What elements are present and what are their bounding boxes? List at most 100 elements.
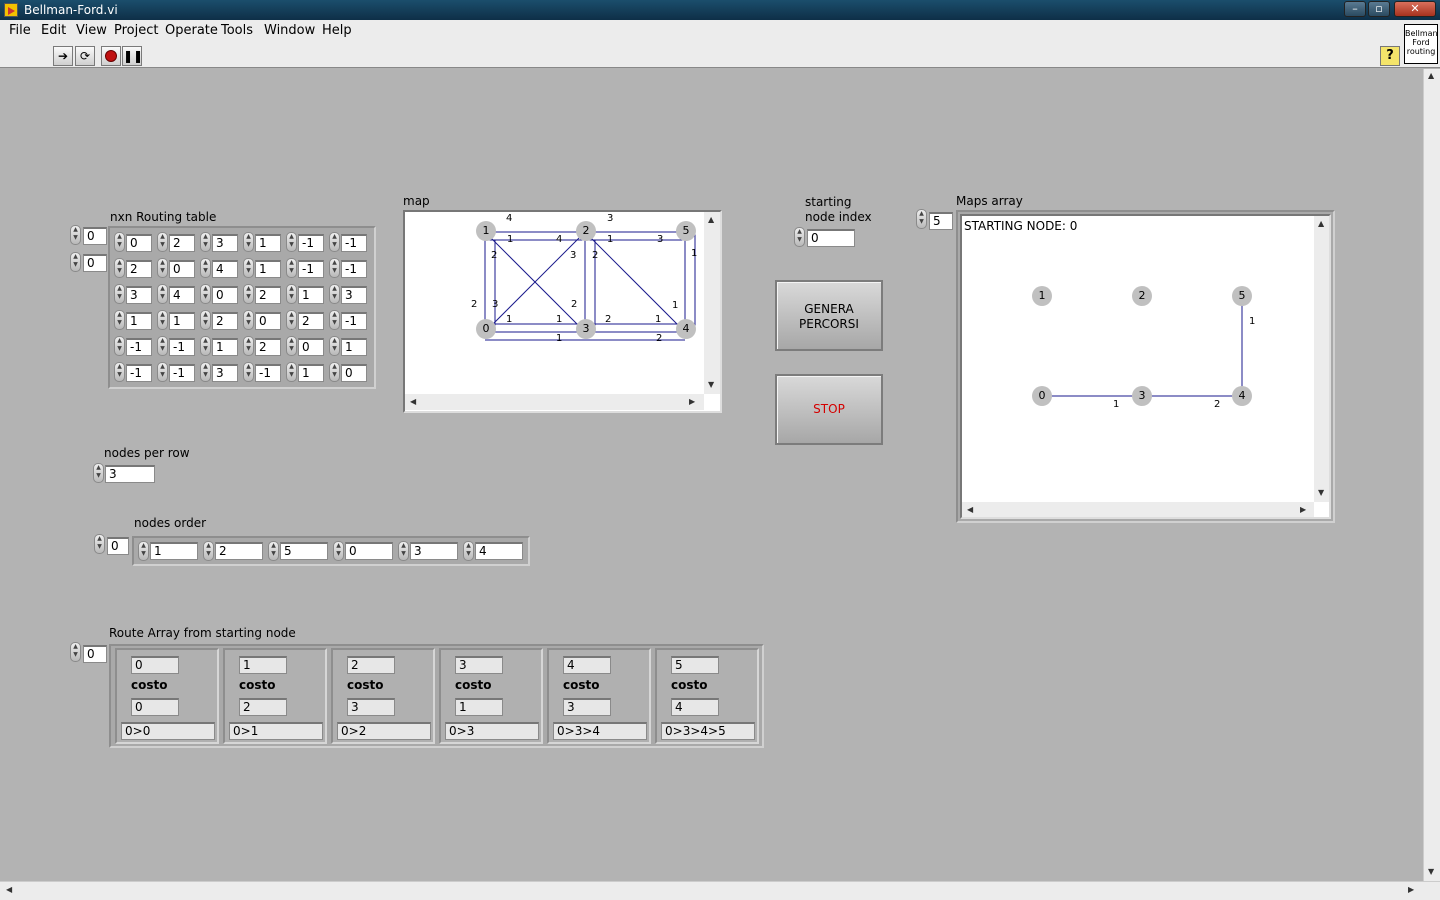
cell-spinner[interactable]: ▲ ▼ bbox=[114, 336, 125, 356]
run-arrow-icon[interactable]: ➔ bbox=[53, 46, 73, 66]
route-node-field[interactable]: 0 bbox=[131, 656, 179, 674]
route-cost-field[interactable]: 2 bbox=[239, 698, 287, 716]
routing-table-cell[interactable]: -1 bbox=[255, 364, 281, 382]
routing-table-cell[interactable]: 0 bbox=[341, 364, 367, 382]
routing-table-cell[interactable]: 0 bbox=[212, 286, 238, 304]
cell-spinner[interactable]: ▲ ▼ bbox=[200, 336, 211, 356]
menu-tools[interactable]: Tools bbox=[221, 23, 253, 38]
routing-table-cell[interactable]: -1 bbox=[341, 312, 367, 330]
routing-table-cell[interactable]: -1 bbox=[169, 338, 195, 356]
cell-spinner[interactable]: ▲ ▼ bbox=[243, 310, 254, 330]
routing-table-cell[interactable]: 0 bbox=[298, 338, 324, 356]
routing-table-cell[interactable]: -1 bbox=[341, 234, 367, 252]
routing-table-cell[interactable]: 0 bbox=[169, 260, 195, 278]
routing-table-cell[interactable]: 4 bbox=[169, 286, 195, 304]
routing-table-cell[interactable]: 2 bbox=[126, 260, 152, 278]
starting-node-spinner[interactable]: ▲ ▼ bbox=[794, 227, 805, 247]
order-spinner[interactable]: ▲ ▼ bbox=[463, 541, 474, 561]
route-cost-field[interactable]: 1 bbox=[455, 698, 503, 716]
nodes-order-cell[interactable]: 2 bbox=[215, 542, 263, 560]
routing-table-cell[interactable]: 1 bbox=[212, 338, 238, 356]
cell-spinner[interactable]: ▲ ▼ bbox=[157, 362, 168, 382]
routing-table-cell[interactable]: -1 bbox=[169, 364, 195, 382]
routing-table-cell[interactable]: 1 bbox=[341, 338, 367, 356]
cell-spinner[interactable]: ▲ ▼ bbox=[286, 284, 297, 304]
nodes-order-index[interactable]: 0 bbox=[107, 537, 129, 555]
cell-spinner[interactable]: ▲ ▼ bbox=[329, 284, 340, 304]
cell-spinner[interactable]: ▲ ▼ bbox=[157, 258, 168, 278]
routing-table-cell[interactable]: 1 bbox=[255, 260, 281, 278]
cell-spinner[interactable]: ▲ ▼ bbox=[114, 284, 125, 304]
cell-spinner[interactable]: ▲ ▼ bbox=[157, 284, 168, 304]
nodes-order-cell[interactable]: 0 bbox=[345, 542, 393, 560]
cell-spinner[interactable]: ▲ ▼ bbox=[200, 310, 211, 330]
maps-array-index[interactable]: 5 bbox=[929, 212, 953, 230]
route-cost-field[interactable]: 3 bbox=[563, 698, 611, 716]
route-node-field[interactable]: 3 bbox=[455, 656, 503, 674]
maps-vertical-scrollbar[interactable]: ▲ ▼ bbox=[1314, 216, 1329, 502]
routing-table-cell[interactable]: 2 bbox=[298, 312, 324, 330]
map-vertical-scrollbar[interactable]: ▲ ▼ bbox=[704, 212, 720, 394]
cell-spinner[interactable]: ▲ ▼ bbox=[286, 258, 297, 278]
routing-table-cell[interactable]: 0 bbox=[126, 234, 152, 252]
route-path-field[interactable]: 0>1 bbox=[229, 722, 323, 740]
run-continuously-icon[interactable]: ⟳ bbox=[75, 46, 95, 66]
routing-table-cell[interactable]: 2 bbox=[255, 286, 281, 304]
routing-table-cell[interactable]: 0 bbox=[255, 312, 281, 330]
cell-spinner[interactable]: ▲ ▼ bbox=[329, 310, 340, 330]
route-cost-field[interactable]: 4 bbox=[671, 698, 719, 716]
route-path-field[interactable]: 0>0 bbox=[121, 722, 215, 740]
help-icon[interactable]: ? bbox=[1380, 46, 1400, 66]
cell-spinner[interactable]: ▲ ▼ bbox=[286, 336, 297, 356]
nodes-order-cell[interactable]: 1 bbox=[150, 542, 198, 560]
cell-spinner[interactable]: ▲ ▼ bbox=[243, 258, 254, 278]
route-array-spinner[interactable]: ▲ ▼ bbox=[70, 642, 81, 662]
route-node-field[interactable]: 5 bbox=[671, 656, 719, 674]
map-horizontal-scrollbar[interactable]: ◀ ▶ bbox=[405, 394, 704, 410]
cell-spinner[interactable]: ▲ ▼ bbox=[329, 362, 340, 382]
pause-icon[interactable]: ❚❚ bbox=[122, 46, 143, 66]
routing-table-cell[interactable]: 1 bbox=[298, 364, 324, 382]
route-node-field[interactable]: 4 bbox=[563, 656, 611, 674]
starting-node-field[interactable]: 0 bbox=[807, 229, 855, 247]
menu-edit[interactable]: Edit bbox=[41, 23, 66, 38]
routing-table-cell[interactable]: 1 bbox=[255, 234, 281, 252]
route-cost-field[interactable]: 3 bbox=[347, 698, 395, 716]
routing-table-cell[interactable]: -1 bbox=[126, 338, 152, 356]
cell-spinner[interactable]: ▲ ▼ bbox=[200, 284, 211, 304]
row-index-field[interactable]: 0 bbox=[83, 227, 107, 245]
routing-table-cell[interactable]: 2 bbox=[169, 234, 195, 252]
routing-table-cell[interactable]: 2 bbox=[212, 312, 238, 330]
nodes-per-row-field[interactable]: 3 bbox=[105, 465, 155, 483]
menu-view[interactable]: View bbox=[76, 23, 107, 38]
maps-horizontal-scrollbar[interactable]: ◀ ▶ bbox=[962, 502, 1314, 517]
routing-table-cell[interactable]: -1 bbox=[298, 234, 324, 252]
abort-icon[interactable] bbox=[101, 46, 121, 66]
nodes-order-index-spinner[interactable]: ▲ ▼ bbox=[94, 534, 105, 554]
route-path-field[interactable]: 0>2 bbox=[337, 722, 431, 740]
routing-table-cell[interactable]: -1 bbox=[341, 260, 367, 278]
routing-table-cell[interactable]: 4 bbox=[212, 260, 238, 278]
cell-spinner[interactable]: ▲ ▼ bbox=[243, 362, 254, 382]
order-spinner[interactable]: ▲ ▼ bbox=[138, 541, 149, 561]
cell-spinner[interactable]: ▲ ▼ bbox=[243, 336, 254, 356]
maps-array-spinner[interactable]: ▲ ▼ bbox=[916, 209, 927, 229]
route-array-index[interactable]: 0 bbox=[83, 645, 107, 663]
menu-project[interactable]: Project bbox=[114, 23, 158, 38]
cell-spinner[interactable]: ▲ ▼ bbox=[114, 232, 125, 252]
genera-percorsi-button[interactable]: GENERA PERCORSI bbox=[775, 280, 883, 351]
nodes-per-row-spinner[interactable]: ▲ ▼ bbox=[93, 463, 104, 483]
cell-spinner[interactable]: ▲ ▼ bbox=[243, 232, 254, 252]
close-button[interactable]: ✕ bbox=[1394, 1, 1436, 17]
routing-table-cell[interactable]: -1 bbox=[298, 260, 324, 278]
route-node-field[interactable]: 2 bbox=[347, 656, 395, 674]
row-index-spinner[interactable]: ▲ ▼ bbox=[70, 225, 81, 245]
cell-spinner[interactable]: ▲ ▼ bbox=[243, 284, 254, 304]
cell-spinner[interactable]: ▲ ▼ bbox=[329, 258, 340, 278]
route-cost-field[interactable]: 0 bbox=[131, 698, 179, 716]
order-spinner[interactable]: ▲ ▼ bbox=[268, 541, 279, 561]
window-vertical-scrollbar[interactable]: ▲ ▼ bbox=[1423, 69, 1440, 881]
routing-table-cell[interactable]: 1 bbox=[126, 312, 152, 330]
col-index-field[interactable]: 0 bbox=[83, 254, 107, 272]
menu-file[interactable]: File bbox=[9, 23, 31, 38]
